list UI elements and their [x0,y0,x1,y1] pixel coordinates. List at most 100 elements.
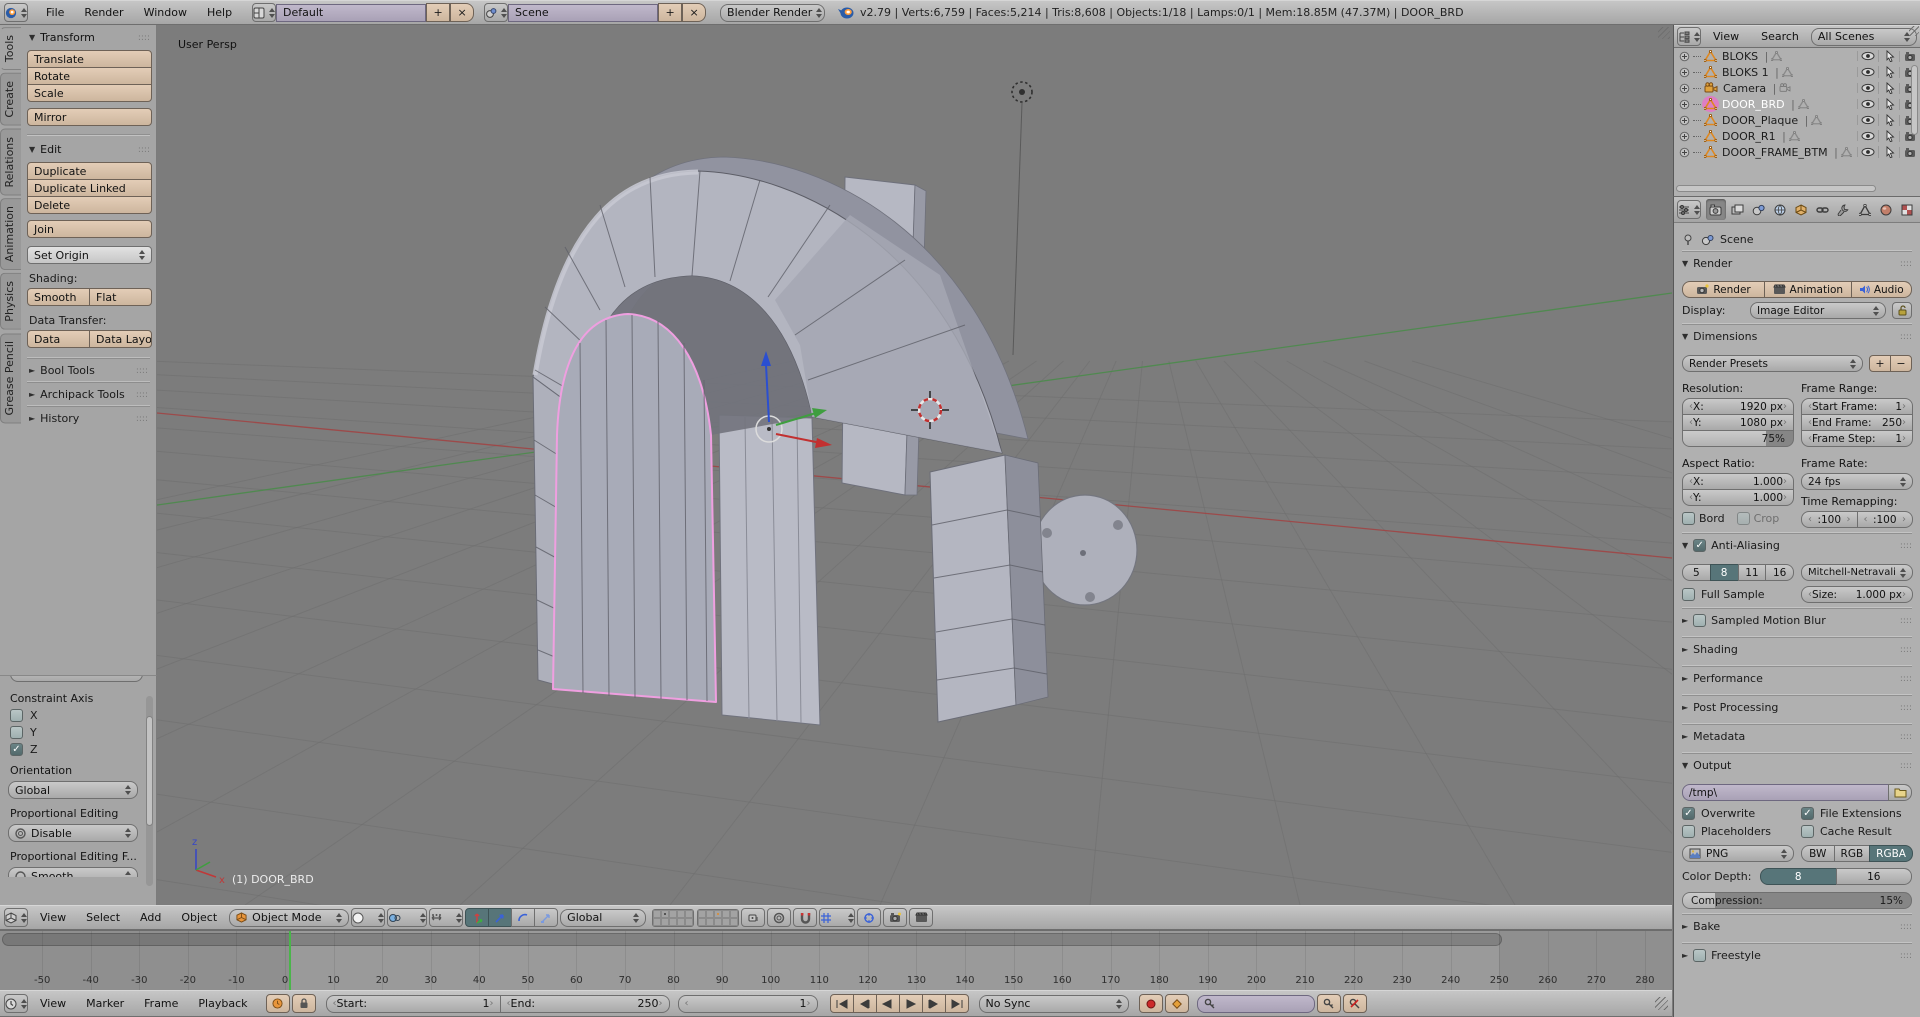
selectability-cursor-icon[interactable] [1884,114,1895,126]
preview-range-button[interactable] [265,994,290,1013]
rotate-button[interactable]: Rotate [27,67,152,85]
preset-add-button[interactable]: + [1869,355,1891,372]
panel-header-edit[interactable]: ▼ Edit:::: [29,143,150,156]
color-depth-8-button[interactable]: 8 [1760,868,1837,885]
panel-header-performance[interactable]: ► Performance:::: [1682,666,1912,690]
resolution-percentage-slider[interactable]: 75% [1682,430,1794,447]
toggle-visible[interactable] [1857,131,1878,141]
output-path-field[interactable]: /tmp\ [1682,784,1889,801]
selectability-cursor-icon[interactable] [1884,50,1895,62]
color-depth-16-button[interactable]: 16 [1835,868,1912,885]
panel-header-transform[interactable]: ▼ Transform:::: [29,31,150,44]
layers-widget[interactable] [652,908,740,927]
render-still-button[interactable]: Render [1682,281,1766,298]
viewport-menu-object[interactable]: Object [171,906,227,929]
visibility-eye-icon[interactable] [1861,51,1875,61]
preset-remove-button[interactable]: − [1890,355,1912,372]
expand-icon[interactable] [1679,131,1690,142]
panel-header-post-processing[interactable]: ► Post Processing:::: [1682,695,1912,719]
layers-group-2[interactable] [697,908,740,927]
viewport-menu-view[interactable]: View [30,906,76,929]
toggle-visible[interactable] [1857,83,1878,93]
axis-z-checkbox[interactable]: ✓ [10,743,23,756]
proportional-edit-button[interactable] [767,908,792,927]
timeline-menu-frame[interactable]: Frame [134,992,188,1015]
layer-cell[interactable] [661,917,670,926]
tab-modifiers[interactable] [1833,199,1853,220]
toggle-selectable[interactable] [1878,98,1899,110]
outliner-view-menu[interactable]: View [1703,25,1749,48]
expand-icon[interactable] [1679,51,1690,62]
display-dropdown[interactable]: Image Editor [1750,302,1886,319]
toggle-selectable[interactable] [1878,50,1899,62]
data-layout-button[interactable]: Data Layo [89,330,152,348]
data-button[interactable]: Data [27,330,90,348]
tab-render[interactable] [1706,199,1727,220]
freestyle-checkbox[interactable] [1693,949,1707,962]
layout-icon-button[interactable] [252,3,277,22]
layout-close-button[interactable]: × [450,3,475,22]
toggle-selectable[interactable] [1878,146,1899,158]
panel-header-sampled-motion-blur[interactable]: ► Sampled Motion Blur:::: [1682,608,1912,632]
delete-keyframe-button[interactable] [1342,994,1367,1013]
aspect-x-field[interactable]: ‹ X: 1.000 › [1682,473,1794,490]
layer-cell[interactable] [698,909,707,918]
jump-to-end-button[interactable] [944,994,969,1013]
layer-cell[interactable] [698,917,707,926]
viewport-menu-select[interactable]: Select [76,906,130,929]
visibility-eye-icon[interactable] [1861,99,1875,109]
keying-set-field[interactable] [1196,994,1315,1013]
shelf-tab-physics[interactable]: Physics [0,273,21,330]
aa-size-field[interactable]: ‹ Size: 1.000 px › [1801,586,1913,603]
proportional-falloff-dropdown[interactable]: Smooth [8,867,138,877]
full-sample-checkbox[interactable] [1682,588,1695,601]
outliner-hscrollbar[interactable] [1676,185,1876,192]
shelf-tab-animation[interactable]: Animation [0,198,21,271]
door-leaf-right[interactable] [718,414,821,726]
area-corner-grip[interactable] [1658,27,1670,39]
remap-old-field[interactable]: ‹:100 › [1801,511,1858,528]
opengl-render-anim-button[interactable] [909,908,934,927]
visibility-eye-icon[interactable] [1861,147,1875,157]
window-resize-grip[interactable] [1655,997,1668,1010]
menu-window[interactable]: Window [134,1,197,24]
editor-type-button[interactable] [4,908,28,927]
outliner-scope-dropdown[interactable]: All Scenes [1810,27,1917,46]
visibility-eye-icon[interactable] [1861,67,1875,77]
outliner-vscrollbar[interactable] [1911,65,1918,135]
outliner-item-door-plaque[interactable]: DOOR_Plaque | [1674,112,1920,128]
scene-close-button[interactable]: × [682,3,707,22]
panel-header-dimensions[interactable]: ▼ Dimensions:::: [1682,324,1912,348]
file-browse-button[interactable] [1888,784,1912,801]
pivot-align-dropdown[interactable] [429,908,464,927]
tab-texture[interactable] [1897,199,1917,220]
duplicate-linked-button[interactable]: Duplicate Linked [27,179,152,197]
outliner-corner-grip[interactable] [1909,26,1919,36]
overwrite-checkbox[interactable]: ✓ [1682,807,1695,820]
door-plaque[interactable] [1032,494,1138,606]
panel-header-output[interactable]: ▼ Output:::: [1682,753,1912,777]
shelf-tab-relations[interactable]: Relations [0,128,21,196]
visibility-eye-icon[interactable] [1861,115,1875,125]
pivot-point-dropdown[interactable] [387,908,428,927]
start-frame-field[interactable]: ‹ Start: 1 › [325,994,501,1013]
shelf-tab-create[interactable]: Create [0,73,21,126]
color-mode-rgba-button[interactable]: RGBA [1869,845,1913,862]
selectability-cursor-icon[interactable] [1884,130,1895,142]
lamp-widget[interactable] [1011,81,1033,103]
shade-smooth-button[interactable]: Smooth [27,288,90,306]
delete-button[interactable]: Delete [27,196,152,214]
outliner-item-bloks-1[interactable]: BLOKS 1 | [1674,64,1920,80]
panel-header-metadata[interactable]: ► Metadata:::: [1682,724,1912,748]
next-keyframe-button[interactable] [921,994,946,1013]
timeline-menu-view[interactable]: View [30,992,76,1015]
layer-cell[interactable] [661,909,670,918]
keying-mode-button[interactable] [1164,994,1189,1013]
outliner-item-door-brd[interactable]: DOOR_BRD | [1674,96,1920,112]
border-checkbox[interactable] [1682,512,1695,525]
menu-render[interactable]: Render [74,1,133,24]
menu-help[interactable]: Help [197,1,242,24]
end-frame-prop-field[interactable]: ‹ End Frame: 250 › [1801,414,1913,431]
viewport-shading-dropdown[interactable] [351,908,386,927]
layer-cell[interactable] [722,909,731,918]
